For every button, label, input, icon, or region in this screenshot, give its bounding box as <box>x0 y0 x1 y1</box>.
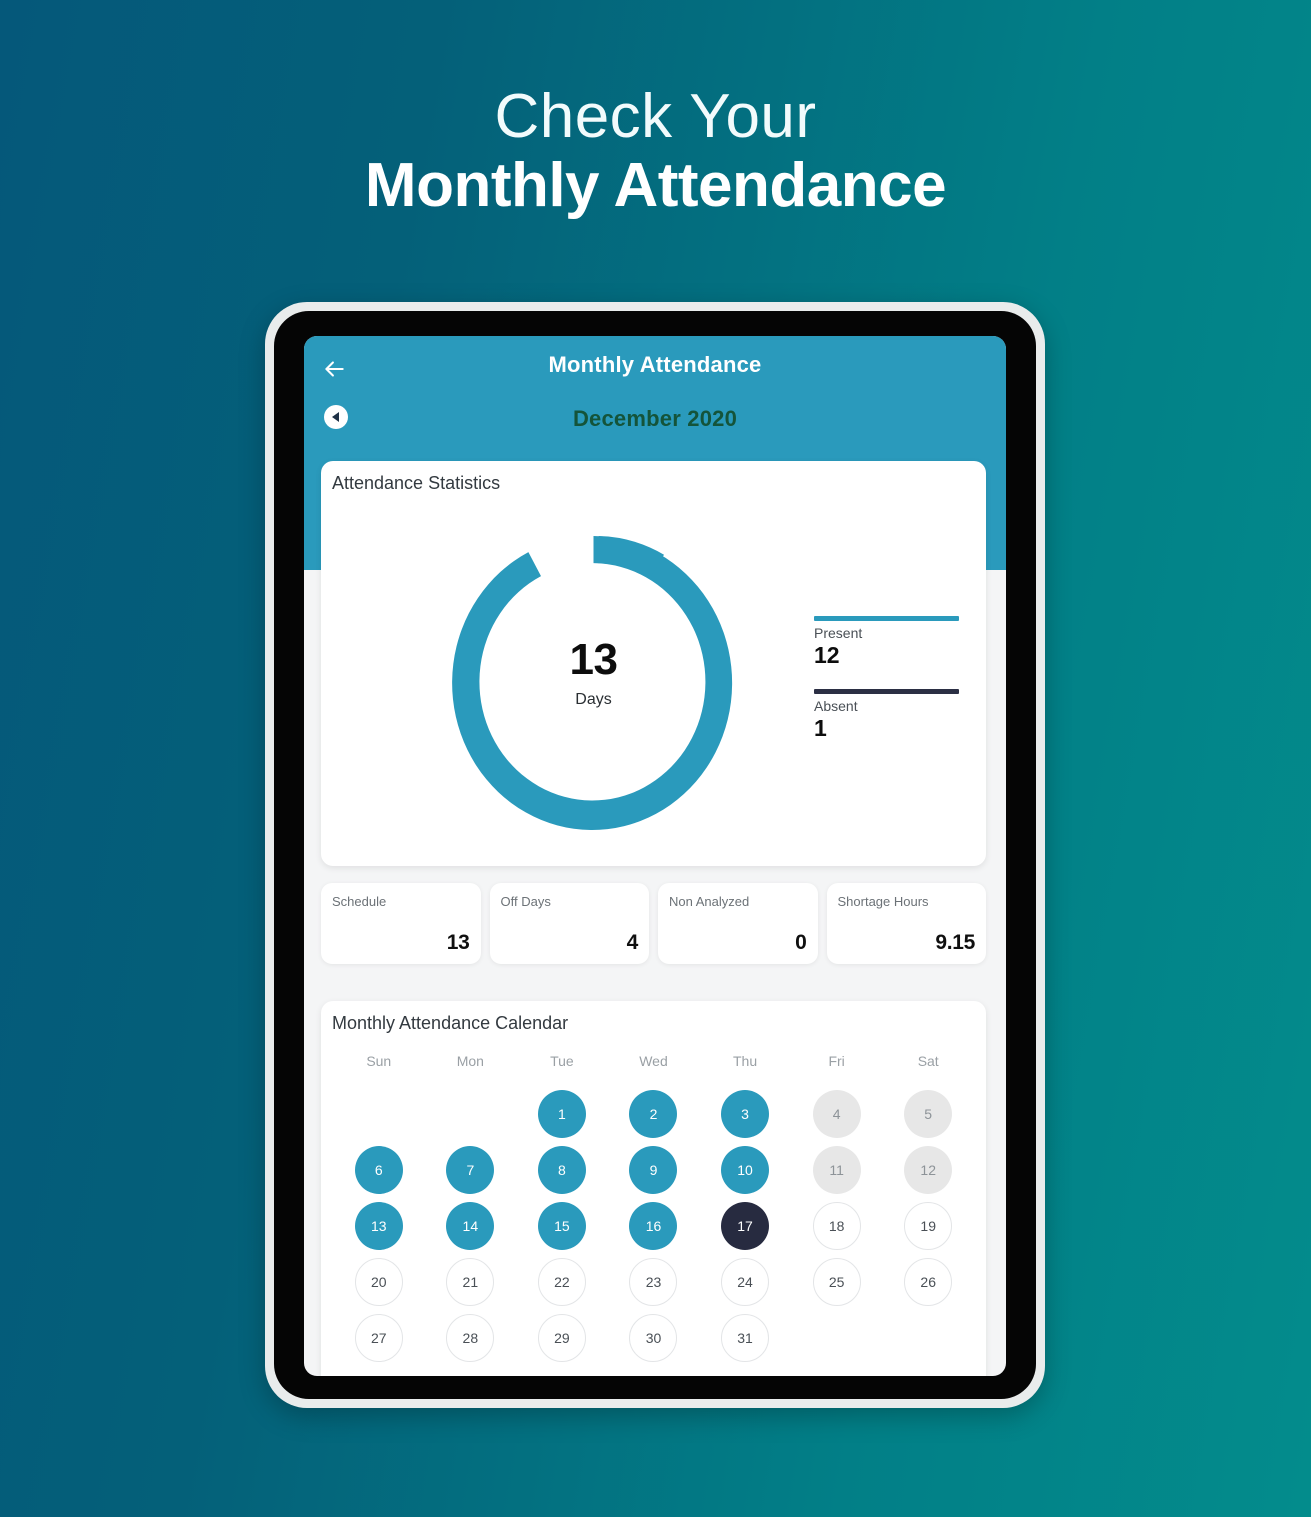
legend-color-bar-absent <box>814 689 959 694</box>
tile-label: Schedule <box>332 894 387 909</box>
tile-schedule[interactable]: Schedule 13 <box>321 883 481 964</box>
legend-item-present: Present 12 <box>814 616 959 667</box>
tablet-mockup: Monthly Attendance December 2020 Attenda… <box>265 302 1045 1408</box>
attendance-statistics-card: Attendance Statistics 13 Days Present 12… <box>321 461 986 866</box>
calendar-day-27[interactable]: 27 <box>354 1314 403 1362</box>
attendance-donut-chart: 13 Days <box>431 506 756 846</box>
statistics-card-title: Attendance Statistics <box>332 473 501 493</box>
calendar-day-28[interactable]: 28 <box>446 1314 495 1362</box>
legend-label-present: Present <box>814 625 863 641</box>
calendar-grid: Sun Mon Tue Wed Thu Fri Sat 1 2 3 4 5 6 7 8 9 10 11 12 13 14… <box>333 1053 974 1362</box>
calendar-day-empty <box>446 1090 494 1138</box>
calendar-weekday-header: Tue <box>550 1053 574 1069</box>
calendar-day-12[interactable]: 12 <box>904 1146 953 1194</box>
calendar-day-21[interactable]: 21 <box>446 1258 495 1306</box>
donut-days-label: Days <box>575 691 612 708</box>
app-content: Attendance Statistics 13 Days Present 12… <box>304 336 1006 1376</box>
legend-value-present: 12 <box>814 642 840 668</box>
calendar-day-2[interactable]: 2 <box>629 1090 678 1138</box>
legend-item-absent: Absent 1 <box>814 689 959 740</box>
calendar-weekday-header: Fri <box>828 1053 845 1069</box>
tile-value: 13 <box>446 931 470 954</box>
monthly-attendance-calendar-card: Monthly Attendance Calendar Sun Mon Tue Wed… <box>321 1001 986 1376</box>
calendar-day-16[interactable]: 16 <box>629 1202 678 1250</box>
calendar-day-7[interactable]: 7 <box>446 1146 495 1194</box>
promo-heading: Check Your Monthly Attendance <box>0 0 1311 224</box>
calendar-day-9[interactable]: 9 <box>629 1146 678 1194</box>
promo-line-2: Monthly Attendance <box>364 151 947 220</box>
donut-total-days: 13 <box>569 635 618 684</box>
promo-line-1: Check Your <box>494 82 817 151</box>
calendar-day-19[interactable]: 19 <box>904 1202 953 1250</box>
calendar-day-1[interactable]: 1 <box>537 1090 586 1138</box>
calendar-day-6[interactable]: 6 <box>354 1146 403 1194</box>
calendar-day-5[interactable]: 5 <box>904 1090 953 1138</box>
calendar-weekday-header: Sat <box>917 1053 939 1069</box>
calendar-day-24[interactable]: 24 <box>721 1258 770 1306</box>
calendar-day-18[interactable]: 18 <box>812 1202 861 1250</box>
calendar-weekday-header: Mon <box>456 1053 484 1069</box>
legend-label-absent: Absent <box>814 698 858 714</box>
calendar-day-13[interactable]: 13 <box>354 1202 403 1250</box>
calendar-weekday-header: Wed <box>639 1053 668 1069</box>
tile-value: 4 <box>626 931 639 954</box>
donut-center-text: 13 Days <box>431 638 756 709</box>
attendance-legend: Present 12 Absent 1 <box>814 616 959 762</box>
legend-value-absent: 1 <box>814 715 827 741</box>
tile-value: 0 <box>795 931 807 954</box>
tile-non-analyzed[interactable]: Non Analyzed 0 <box>658 883 818 964</box>
tile-value: 9.15 <box>935 931 975 954</box>
tile-off-days[interactable]: Off Days 4 <box>489 883 649 964</box>
calendar-weekday-header: Sun <box>366 1053 392 1069</box>
calendar-day-25[interactable]: 25 <box>812 1258 861 1306</box>
calendar-day-23[interactable]: 23 <box>629 1258 678 1306</box>
summary-tiles: Schedule 13 Off Days 4 Non Analyzed 0 Sh… <box>321 883 986 964</box>
tile-label: Off Days <box>500 894 551 909</box>
calendar-day-17[interactable]: 17 <box>721 1202 770 1250</box>
calendar-day-11[interactable]: 11 <box>812 1146 861 1194</box>
tablet-screen: Monthly Attendance December 2020 Attenda… <box>304 336 1006 1376</box>
legend-color-bar-present <box>814 616 959 621</box>
calendar-day-26[interactable]: 26 <box>904 1258 953 1306</box>
calendar-day-10[interactable]: 10 <box>721 1146 770 1194</box>
calendar-day-20[interactable]: 20 <box>354 1258 403 1306</box>
tile-shortage-hours[interactable]: Shortage Hours 9.15 <box>826 883 986 964</box>
calendar-day-29[interactable]: 29 <box>537 1314 586 1362</box>
calendar-day-30[interactable]: 30 <box>629 1314 678 1362</box>
tile-label: Non Analyzed <box>669 894 750 909</box>
calendar-card-title: Monthly Attendance Calendar <box>332 1013 569 1033</box>
calendar-day-empty <box>355 1090 403 1138</box>
calendar-day-3[interactable]: 3 <box>721 1090 770 1138</box>
calendar-day-8[interactable]: 8 <box>537 1146 586 1194</box>
calendar-day-31[interactable]: 31 <box>721 1314 770 1362</box>
calendar-weekday-header: Thu <box>733 1053 758 1069</box>
tile-label: Shortage Hours <box>837 894 929 909</box>
calendar-day-4[interactable]: 4 <box>812 1090 861 1138</box>
calendar-day-22[interactable]: 22 <box>537 1258 586 1306</box>
calendar-day-14[interactable]: 14 <box>446 1202 495 1250</box>
calendar-day-15[interactable]: 15 <box>537 1202 586 1250</box>
